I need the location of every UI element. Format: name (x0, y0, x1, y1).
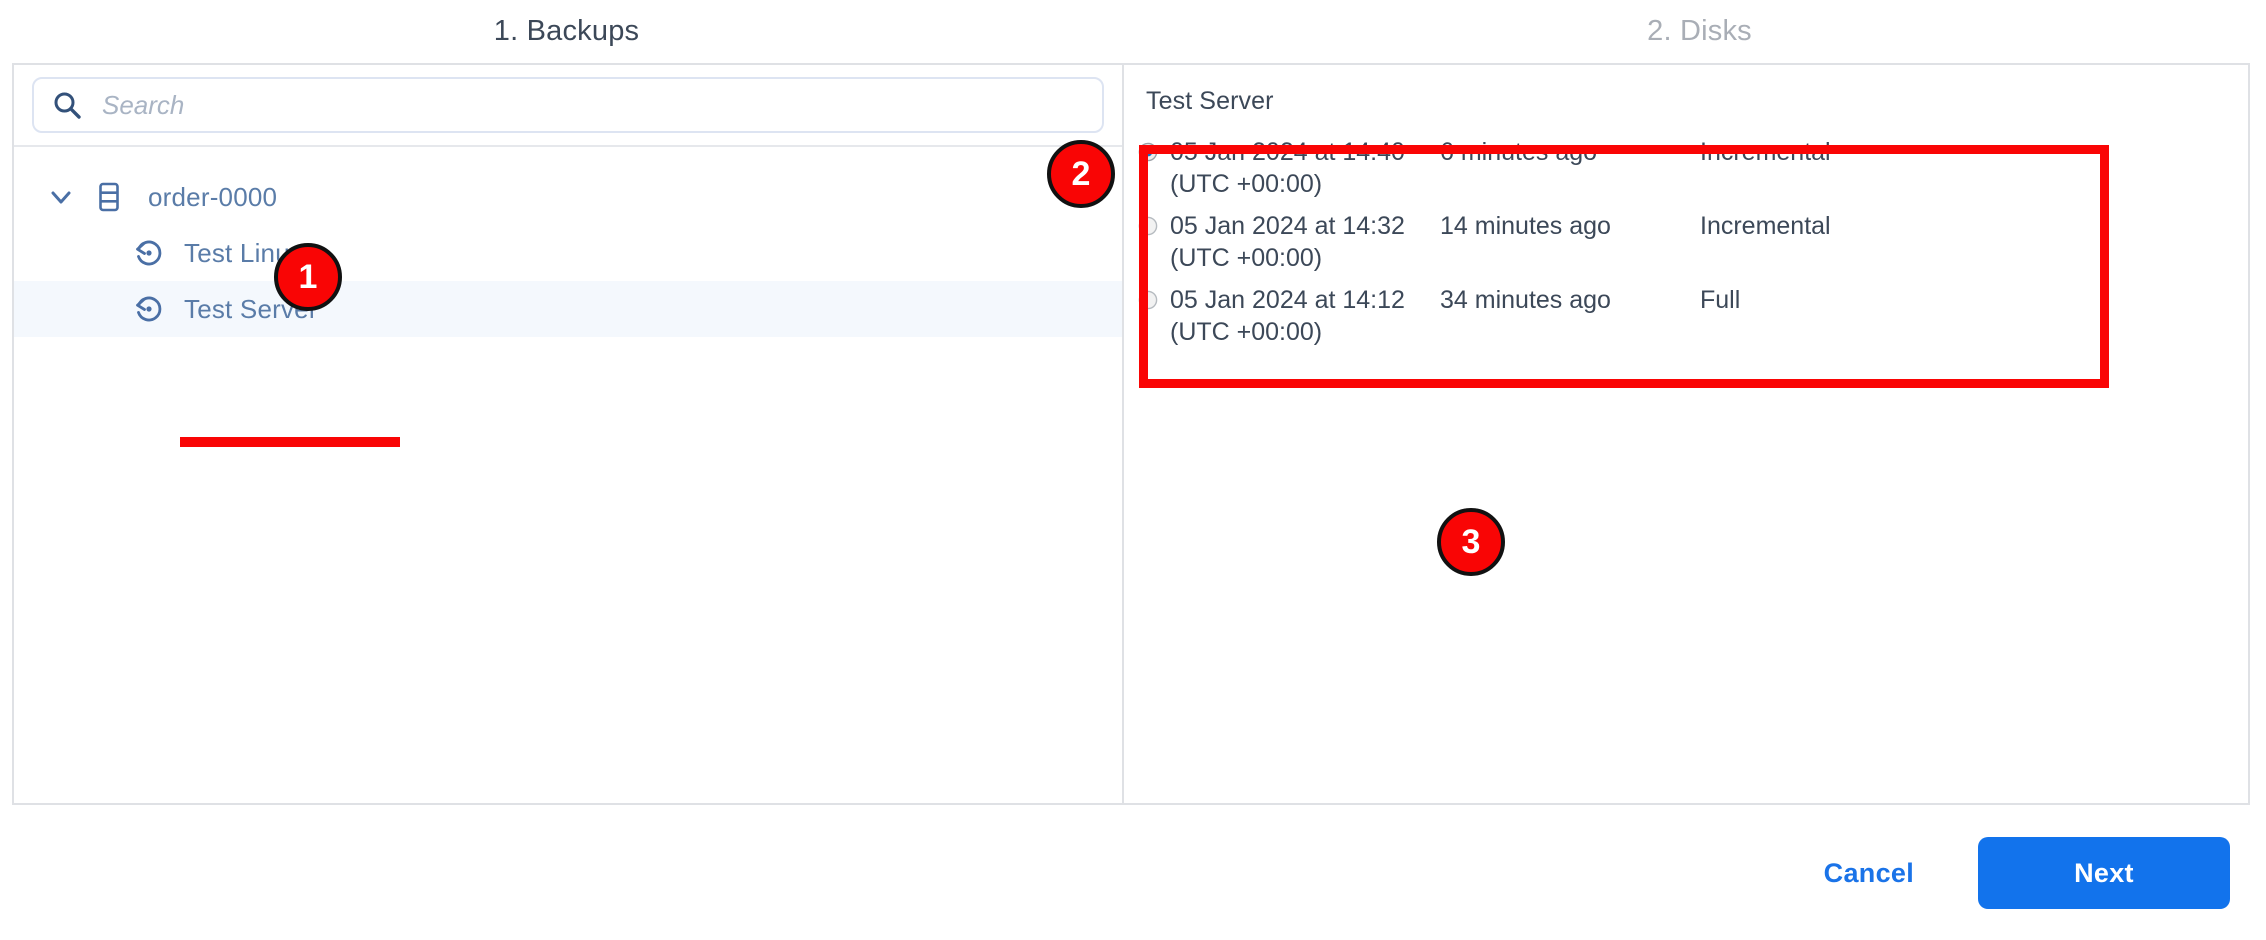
dialog-footer: Cancel Next (12, 818, 2250, 928)
backup-tree: order-0000 Test Linux Test Server (14, 147, 1122, 337)
radio-unselected-icon[interactable] (1138, 290, 1158, 310)
backup-row[interactable]: 05 Jan 2024 at 14:40 (UTC +00:00) 6 minu… (1138, 130, 2248, 204)
wizard-step-disks[interactable]: 2. Disks (1133, 0, 2266, 62)
search-box[interactable] (32, 77, 1104, 133)
annotation-badge-2: 2 (1047, 140, 1115, 208)
radio-selected-icon[interactable] (1138, 142, 1158, 162)
backup-relative-time: 34 minutes ago (1440, 286, 1611, 314)
backup-type: Incremental (1700, 212, 1831, 240)
backup-date: 05 Jan 2024 at 14:32 (UTC +00:00) (1170, 212, 1405, 272)
tree-item-test-server[interactable]: Test Server (14, 281, 1122, 337)
annotation-underline-test-server (180, 437, 400, 447)
chevron-down-icon[interactable] (44, 180, 78, 214)
backup-type: Incremental (1700, 138, 1831, 166)
wizard-steps: 1. Backups 2. Disks (0, 0, 2266, 62)
radio-unselected-icon[interactable] (1138, 216, 1158, 236)
details-title: Test Server (1146, 87, 1274, 115)
wizard-panel: order-0000 Test Linux (12, 63, 2250, 805)
backup-row[interactable]: 05 Jan 2024 at 14:32 (UTC +00:00) 14 min… (1138, 204, 2248, 278)
backup-date: 05 Jan 2024 at 14:12 (UTC +00:00) (1170, 286, 1405, 346)
backup-relative-time: 6 minutes ago (1440, 138, 1598, 166)
tree-item-test-linux[interactable]: Test Linux (14, 225, 1122, 281)
annotation-badge-1: 1 (274, 243, 342, 311)
wizard-step-backups[interactable]: 1. Backups (0, 0, 1133, 62)
cancel-button[interactable]: Cancel (1796, 844, 1942, 903)
tree-item-order-0000[interactable]: order-0000 (14, 169, 1122, 225)
backup-type: Full (1700, 286, 1741, 314)
restore-backup-icon (132, 236, 166, 270)
backup-relative-time: 14 minutes ago (1440, 212, 1611, 240)
backup-row[interactable]: 05 Jan 2024 at 14:12 (UTC +00:00) 34 min… (1138, 278, 2248, 352)
search-bar (14, 65, 1122, 147)
backup-date: 05 Jan 2024 at 14:40 (UTC +00:00) (1170, 138, 1405, 198)
backup-list: 05 Jan 2024 at 14:40 (UTC +00:00) 6 minu… (1124, 130, 2248, 352)
annotation-badge-3: 3 (1437, 508, 1505, 576)
backup-details-pane: Test Server 05 Jan 2024 at 14:40 (UTC +0… (1124, 65, 2248, 803)
next-button[interactable]: Next (1978, 837, 2230, 909)
search-input[interactable] (100, 88, 1084, 122)
tree-item-label: order-0000 (148, 181, 278, 212)
server-stack-icon (92, 180, 126, 214)
search-icon (52, 90, 82, 120)
restore-backup-icon (132, 292, 166, 326)
backup-source-pane: order-0000 Test Linux (14, 65, 1124, 803)
